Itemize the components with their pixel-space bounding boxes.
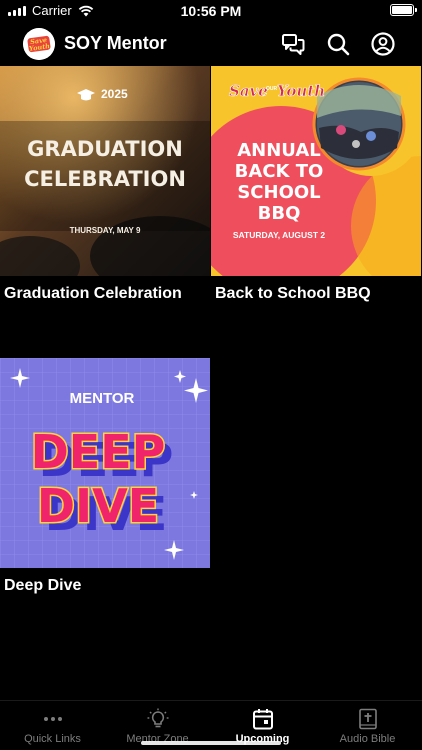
save-our-youth-logo: Save Youth [23,28,55,60]
profile-button[interactable] [369,30,397,58]
svg-text:DIVE: DIVE [37,479,159,533]
svg-text:Youth: Youth [277,82,325,100]
bible-icon [358,708,377,730]
event-card[interactable]: 2025 GRADUATION CELEBRATION THURSDAY, MA… [0,66,210,302]
tab-label: Quick Links [24,733,81,745]
more-dots-icon [43,717,62,721]
calendar-icon [252,709,273,730]
app-title: SOY Mentor [64,33,167,53]
battery-icon [390,4,417,16]
status-bar: Carrier 10:56 PM [0,0,422,22]
svg-text:2025: 2025 [101,87,128,101]
svg-text:MENTOR: MENTOR [70,390,135,407]
svg-text:CELEBRATION: CELEBRATION [24,167,186,191]
tab-label: Audio Bible [339,733,396,745]
bbq-artwork: Save OUR Youth ANNUAL BACK TO SCHOOL BBQ… [211,66,421,276]
clock: 10:56 PM [180,3,242,19]
event-thumbnail: MENTOR DEEP DIVE DEEP DIVE [0,358,210,568]
svg-text:BACK TO: BACK TO [235,161,324,182]
chat-bubbles-icon [282,34,305,55]
home-indicator [141,741,281,745]
svg-text:SATURDAY, AUGUST 2: SATURDAY, AUGUST 2 [233,230,326,240]
svg-text:SCHOOL: SCHOOL [237,182,320,203]
svg-text:BBQ: BBQ [258,203,301,224]
svg-text:OUR: OUR [266,86,278,92]
event-card[interactable]: MENTOR DEEP DIVE DEEP DIVE Deep Dive [0,358,210,594]
tab-quick-links[interactable]: Quick Links [0,701,105,750]
deep-dive-artwork: MENTOR DEEP DIVE DEEP DIVE [0,358,210,568]
search-icon [327,33,350,56]
search-button[interactable] [324,30,352,58]
app-header: Save Youth SOY Mentor [0,22,422,66]
messages-button[interactable] [279,30,307,58]
svg-text:Save: Save [229,82,268,100]
tab-audio-bible[interactable]: Audio Bible [315,701,420,750]
svg-text:DEEP: DEEP [31,425,166,479]
event-thumbnail: Save OUR Youth ANNUAL BACK TO SCHOOL BBQ… [211,66,421,276]
app-logo[interactable]: Save Youth [23,28,55,60]
event-title: Graduation Celebration [4,285,182,302]
graduation-artwork: 2025 GRADUATION CELEBRATION THURSDAY, MA… [0,66,210,276]
event-title: Back to School BBQ [215,285,371,302]
event-title: Deep Dive [4,577,82,594]
svg-text:GRADUATION: GRADUATION [27,137,183,161]
user-avatar-icon [371,32,395,56]
svg-text:THURSDAY, MAY 9: THURSDAY, MAY 9 [70,226,141,235]
svg-text:ANNUAL: ANNUAL [237,140,321,161]
event-card[interactable]: Save OUR Youth ANNUAL BACK TO SCHOOL BBQ… [211,66,421,302]
event-thumbnail: 2025 GRADUATION CELEBRATION THURSDAY, MA… [0,66,210,276]
lightbulb-icon [147,708,168,728]
